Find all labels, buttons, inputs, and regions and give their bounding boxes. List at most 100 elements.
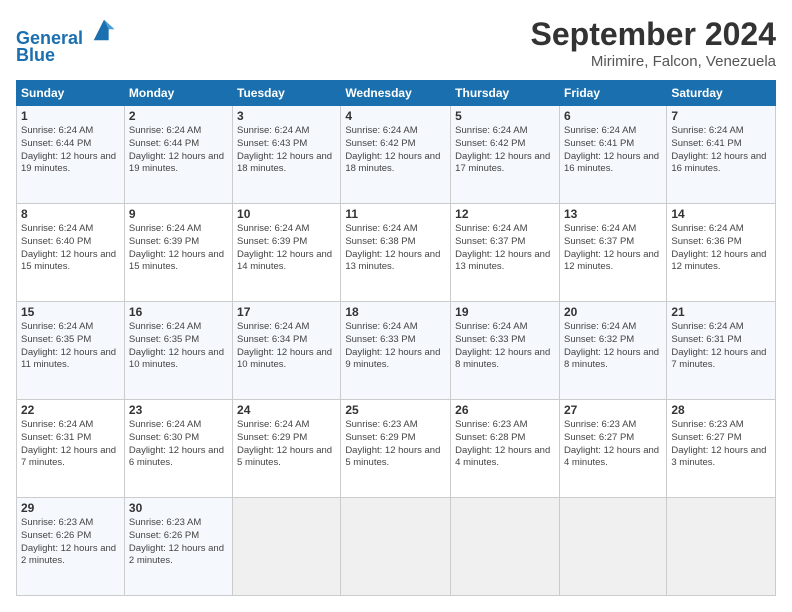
calendar-cell bbox=[667, 498, 776, 596]
calendar-cell: 18 Sunrise: 6:24 AM Sunset: 6:33 PM Dayl… bbox=[341, 302, 451, 400]
calendar-cell: 12 Sunrise: 6:24 AM Sunset: 6:37 PM Dayl… bbox=[451, 204, 560, 302]
calendar-cell: 29 Sunrise: 6:23 AM Sunset: 6:26 PM Dayl… bbox=[17, 498, 125, 596]
calendar-cell bbox=[233, 498, 341, 596]
calendar-cell: 1 Sunrise: 6:24 AM Sunset: 6:44 PM Dayli… bbox=[17, 106, 125, 204]
calendar-cell: 26 Sunrise: 6:23 AM Sunset: 6:28 PM Dayl… bbox=[451, 400, 560, 498]
calendar-cell: 25 Sunrise: 6:23 AM Sunset: 6:29 PM Dayl… bbox=[341, 400, 451, 498]
calendar-cell: 5 Sunrise: 6:24 AM Sunset: 6:42 PM Dayli… bbox=[451, 106, 560, 204]
logo: General Blue bbox=[16, 16, 118, 66]
day-number: 13 bbox=[564, 207, 662, 221]
day-info: Sunrise: 6:24 AM Sunset: 6:35 PM Dayligh… bbox=[21, 321, 120, 372]
day-info: Sunrise: 6:24 AM Sunset: 6:32 PM Dayligh… bbox=[564, 321, 662, 372]
header-friday: Friday bbox=[559, 81, 666, 106]
day-info: Sunrise: 6:24 AM Sunset: 6:41 PM Dayligh… bbox=[671, 125, 771, 176]
day-number: 22 bbox=[21, 403, 120, 417]
calendar-cell: 20 Sunrise: 6:24 AM Sunset: 6:32 PM Dayl… bbox=[559, 302, 666, 400]
calendar-cell: 10 Sunrise: 6:24 AM Sunset: 6:39 PM Dayl… bbox=[233, 204, 341, 302]
location: Mirimire, Falcon, Venezuela bbox=[531, 53, 776, 70]
day-number: 2 bbox=[129, 109, 228, 123]
calendar-cell: 8 Sunrise: 6:24 AM Sunset: 6:40 PM Dayli… bbox=[17, 204, 125, 302]
header-monday: Monday bbox=[124, 81, 232, 106]
day-info: Sunrise: 6:24 AM Sunset: 6:43 PM Dayligh… bbox=[237, 125, 336, 176]
calendar-cell: 9 Sunrise: 6:24 AM Sunset: 6:39 PM Dayli… bbox=[124, 204, 232, 302]
calendar-cell: 28 Sunrise: 6:23 AM Sunset: 6:27 PM Dayl… bbox=[667, 400, 776, 498]
calendar-cell: 7 Sunrise: 6:24 AM Sunset: 6:41 PM Dayli… bbox=[667, 106, 776, 204]
day-info: Sunrise: 6:24 AM Sunset: 6:36 PM Dayligh… bbox=[671, 223, 771, 274]
day-info: Sunrise: 6:24 AM Sunset: 6:33 PM Dayligh… bbox=[455, 321, 555, 372]
day-number: 16 bbox=[129, 305, 228, 319]
calendar-cell: 30 Sunrise: 6:23 AM Sunset: 6:26 PM Dayl… bbox=[124, 498, 232, 596]
calendar-week-1: 1 Sunrise: 6:24 AM Sunset: 6:44 PM Dayli… bbox=[17, 106, 776, 204]
day-info: Sunrise: 6:24 AM Sunset: 6:44 PM Dayligh… bbox=[21, 125, 120, 176]
calendar-week-4: 22 Sunrise: 6:24 AM Sunset: 6:31 PM Dayl… bbox=[17, 400, 776, 498]
day-number: 10 bbox=[237, 207, 336, 221]
day-info: Sunrise: 6:23 AM Sunset: 6:26 PM Dayligh… bbox=[129, 517, 228, 568]
day-info: Sunrise: 6:24 AM Sunset: 6:35 PM Dayligh… bbox=[129, 321, 228, 372]
day-info: Sunrise: 6:23 AM Sunset: 6:29 PM Dayligh… bbox=[345, 419, 446, 470]
calendar-cell: 22 Sunrise: 6:24 AM Sunset: 6:31 PM Dayl… bbox=[17, 400, 125, 498]
day-info: Sunrise: 6:24 AM Sunset: 6:34 PM Dayligh… bbox=[237, 321, 336, 372]
logo-text: General bbox=[16, 16, 118, 49]
day-info: Sunrise: 6:24 AM Sunset: 6:33 PM Dayligh… bbox=[345, 321, 446, 372]
day-info: Sunrise: 6:24 AM Sunset: 6:39 PM Dayligh… bbox=[237, 223, 336, 274]
calendar-cell: 4 Sunrise: 6:24 AM Sunset: 6:42 PM Dayli… bbox=[341, 106, 451, 204]
day-number: 25 bbox=[345, 403, 446, 417]
day-info: Sunrise: 6:24 AM Sunset: 6:30 PM Dayligh… bbox=[129, 419, 228, 470]
day-number: 30 bbox=[129, 501, 228, 515]
day-number: 29 bbox=[21, 501, 120, 515]
day-number: 5 bbox=[455, 109, 555, 123]
day-info: Sunrise: 6:24 AM Sunset: 6:40 PM Dayligh… bbox=[21, 223, 120, 274]
month-title: September 2024 bbox=[531, 16, 776, 53]
calendar: Sunday Monday Tuesday Wednesday Thursday… bbox=[16, 80, 776, 596]
day-info: Sunrise: 6:23 AM Sunset: 6:27 PM Dayligh… bbox=[671, 419, 771, 470]
calendar-week-3: 15 Sunrise: 6:24 AM Sunset: 6:35 PM Dayl… bbox=[17, 302, 776, 400]
header-wednesday: Wednesday bbox=[341, 81, 451, 106]
day-number: 14 bbox=[671, 207, 771, 221]
calendar-cell: 21 Sunrise: 6:24 AM Sunset: 6:31 PM Dayl… bbox=[667, 302, 776, 400]
header-tuesday: Tuesday bbox=[233, 81, 341, 106]
calendar-cell bbox=[341, 498, 451, 596]
calendar-cell: 23 Sunrise: 6:24 AM Sunset: 6:30 PM Dayl… bbox=[124, 400, 232, 498]
day-number: 3 bbox=[237, 109, 336, 123]
calendar-week-5: 29 Sunrise: 6:23 AM Sunset: 6:26 PM Dayl… bbox=[17, 498, 776, 596]
day-info: Sunrise: 6:24 AM Sunset: 6:39 PM Dayligh… bbox=[129, 223, 228, 274]
day-number: 26 bbox=[455, 403, 555, 417]
day-number: 24 bbox=[237, 403, 336, 417]
day-info: Sunrise: 6:24 AM Sunset: 6:31 PM Dayligh… bbox=[671, 321, 771, 372]
day-number: 27 bbox=[564, 403, 662, 417]
day-number: 21 bbox=[671, 305, 771, 319]
day-info: Sunrise: 6:24 AM Sunset: 6:37 PM Dayligh… bbox=[564, 223, 662, 274]
header-sunday: Sunday bbox=[17, 81, 125, 106]
day-number: 23 bbox=[129, 403, 228, 417]
calendar-cell bbox=[451, 498, 560, 596]
calendar-cell: 2 Sunrise: 6:24 AM Sunset: 6:44 PM Dayli… bbox=[124, 106, 232, 204]
day-number: 15 bbox=[21, 305, 120, 319]
calendar-cell: 14 Sunrise: 6:24 AM Sunset: 6:36 PM Dayl… bbox=[667, 204, 776, 302]
day-info: Sunrise: 6:24 AM Sunset: 6:42 PM Dayligh… bbox=[455, 125, 555, 176]
day-info: Sunrise: 6:24 AM Sunset: 6:44 PM Dayligh… bbox=[129, 125, 228, 176]
day-number: 17 bbox=[237, 305, 336, 319]
header-saturday: Saturday bbox=[667, 81, 776, 106]
day-number: 7 bbox=[671, 109, 771, 123]
day-info: Sunrise: 6:23 AM Sunset: 6:26 PM Dayligh… bbox=[21, 517, 120, 568]
header-thursday: Thursday bbox=[451, 81, 560, 106]
day-info: Sunrise: 6:23 AM Sunset: 6:28 PM Dayligh… bbox=[455, 419, 555, 470]
day-number: 20 bbox=[564, 305, 662, 319]
day-info: Sunrise: 6:24 AM Sunset: 6:29 PM Dayligh… bbox=[237, 419, 336, 470]
calendar-cell: 6 Sunrise: 6:24 AM Sunset: 6:41 PM Dayli… bbox=[559, 106, 666, 204]
day-number: 8 bbox=[21, 207, 120, 221]
header: General Blue September 2024 Mirimire, Fa… bbox=[16, 16, 776, 70]
calendar-cell: 13 Sunrise: 6:24 AM Sunset: 6:37 PM Dayl… bbox=[559, 204, 666, 302]
calendar-cell: 19 Sunrise: 6:24 AM Sunset: 6:33 PM Dayl… bbox=[451, 302, 560, 400]
day-number: 6 bbox=[564, 109, 662, 123]
page: General Blue September 2024 Mirimire, Fa… bbox=[0, 0, 792, 612]
day-number: 1 bbox=[21, 109, 120, 123]
calendar-cell: 16 Sunrise: 6:24 AM Sunset: 6:35 PM Dayl… bbox=[124, 302, 232, 400]
day-info: Sunrise: 6:24 AM Sunset: 6:42 PM Dayligh… bbox=[345, 125, 446, 176]
day-number: 19 bbox=[455, 305, 555, 319]
title-block: September 2024 Mirimire, Falcon, Venezue… bbox=[531, 16, 776, 70]
day-info: Sunrise: 6:24 AM Sunset: 6:41 PM Dayligh… bbox=[564, 125, 662, 176]
calendar-header-row: Sunday Monday Tuesday Wednesday Thursday… bbox=[17, 81, 776, 106]
day-number: 9 bbox=[129, 207, 228, 221]
calendar-cell: 17 Sunrise: 6:24 AM Sunset: 6:34 PM Dayl… bbox=[233, 302, 341, 400]
